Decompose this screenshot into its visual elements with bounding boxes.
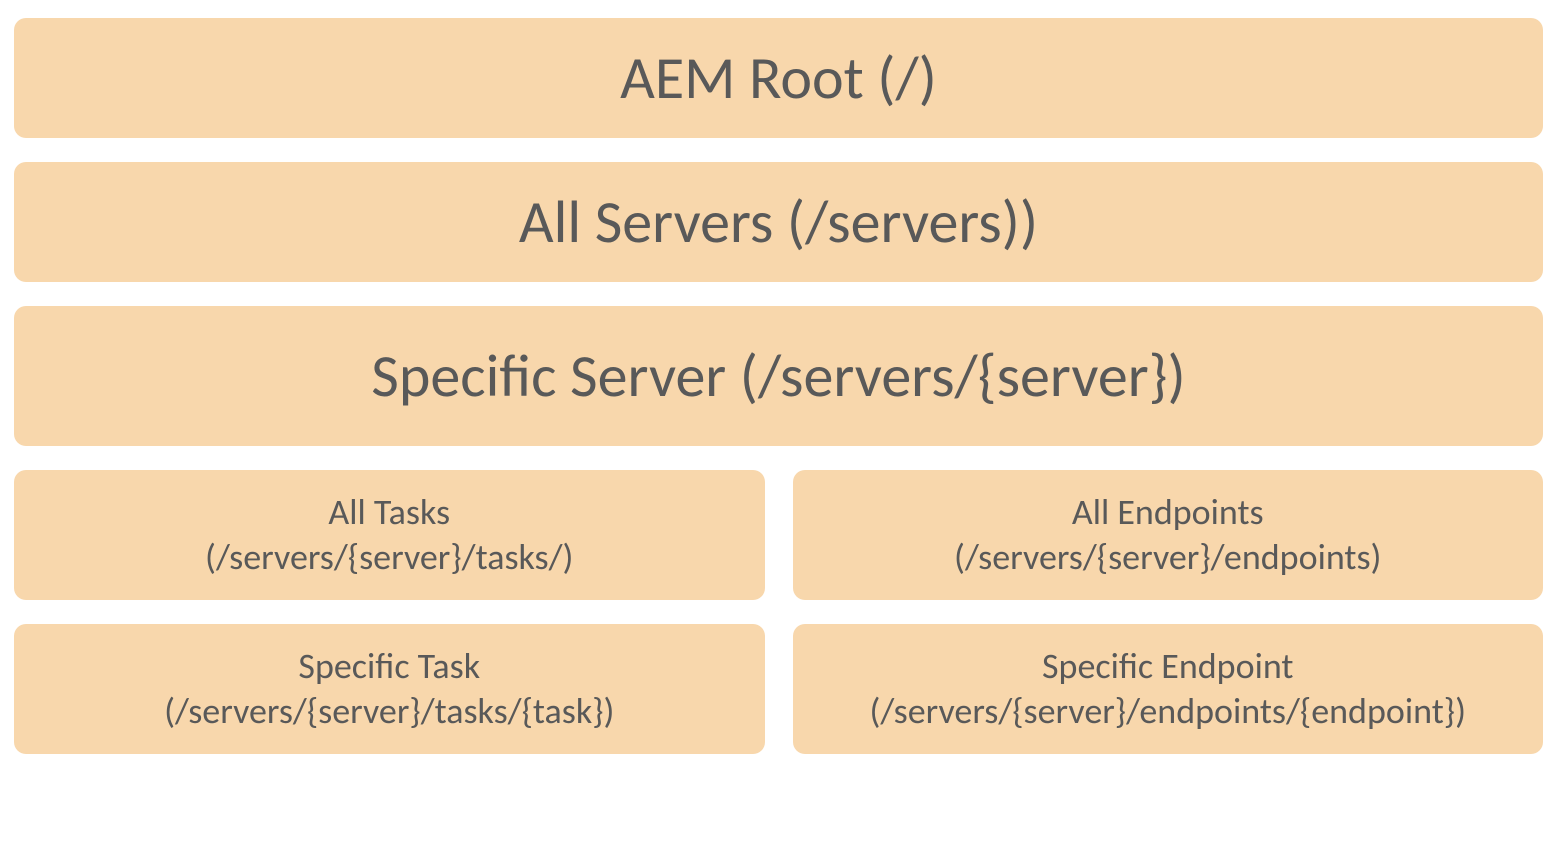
path-specific-endpoint: (/servers/{server}/endpoints/{endpoint}) xyxy=(869,689,1466,734)
box-all-endpoints: All Endpoints (/servers/{server}/endpoin… xyxy=(793,470,1544,600)
box-all-tasks: All Tasks (/servers/{server}/tasks/) xyxy=(14,470,765,600)
path-all-endpoints: (/servers/{server}/endpoints) xyxy=(954,535,1381,580)
box-specific-server: Specific Server (/servers/{server}) xyxy=(14,306,1543,446)
label-specific-server: Specific Server (/servers/{server}) xyxy=(371,340,1185,413)
label-aem-root: AEM Root (/) xyxy=(620,42,937,115)
title-all-tasks: All Tasks xyxy=(328,490,450,535)
title-all-endpoints: All Endpoints xyxy=(1072,490,1264,535)
grid-children: All Tasks (/servers/{server}/tasks/) All… xyxy=(14,470,1543,754)
label-all-servers: All Servers (/servers)) xyxy=(519,186,1038,259)
box-specific-endpoint: Specific Endpoint (/servers/{server}/end… xyxy=(793,624,1544,754)
box-aem-root: AEM Root (/) xyxy=(14,18,1543,138)
title-specific-endpoint: Specific Endpoint xyxy=(1042,644,1293,689)
path-specific-task: (/servers/{server}/tasks/{task}) xyxy=(164,689,614,734)
box-specific-task: Specific Task (/servers/{server}/tasks/{… xyxy=(14,624,765,754)
title-specific-task: Specific Task xyxy=(298,644,480,689)
path-all-tasks: (/servers/{server}/tasks/) xyxy=(205,535,573,580)
box-all-servers: All Servers (/servers)) xyxy=(14,162,1543,282)
